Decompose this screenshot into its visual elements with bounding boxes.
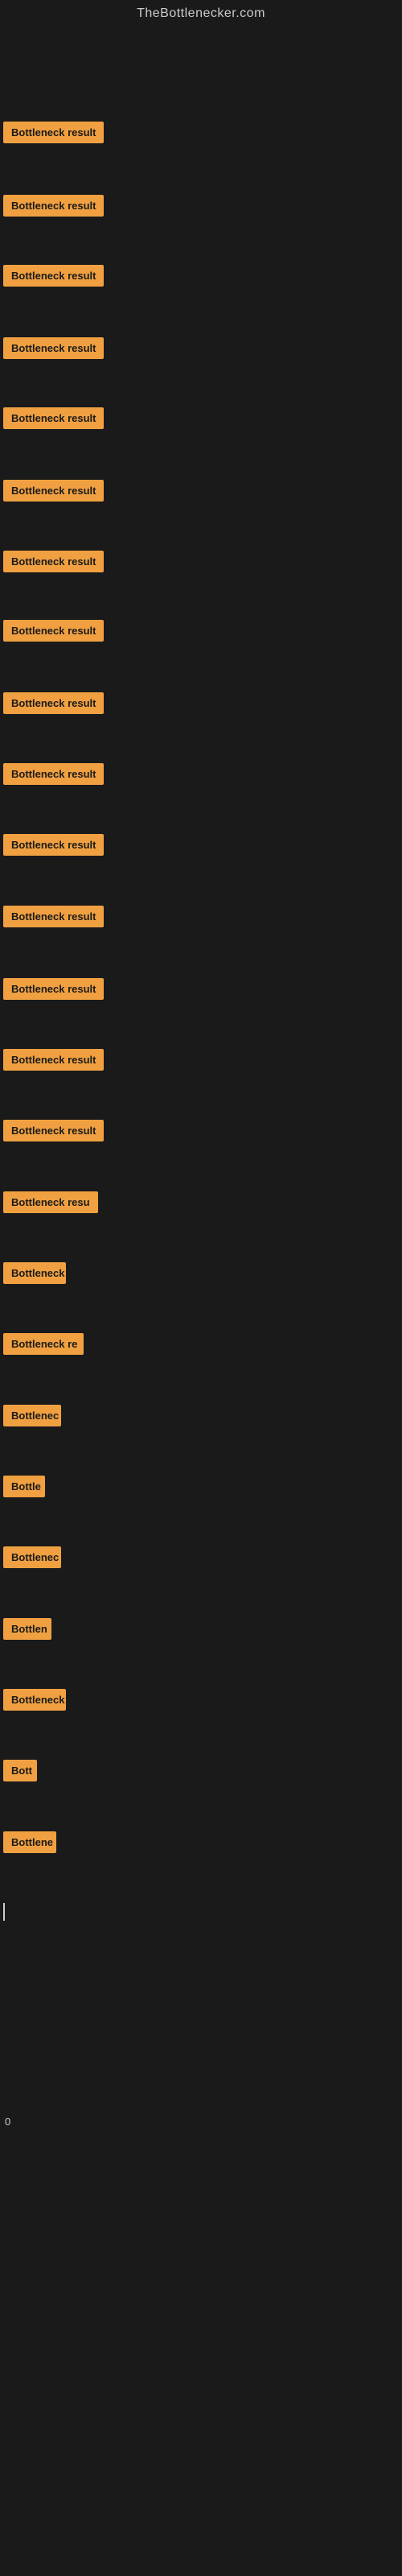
bottleneck-row-20: Bottle [0,1476,45,1509]
bottleneck-result-badge[interactable]: Bottleneck result [3,692,104,714]
bottleneck-result-badge[interactable]: Bottlen [3,1618,51,1640]
bottleneck-result-badge[interactable]: Bottlene [3,1831,56,1853]
bottleneck-row-22: Bottlen [0,1618,51,1652]
bottleneck-result-badge[interactable]: Bottleneck resu [3,1191,98,1213]
bottleneck-result-badge[interactable]: Bottleneck result [3,1120,104,1141]
bottleneck-result-badge[interactable]: Bottleneck result [3,195,104,217]
bottleneck-row-12: Bottleneck result [0,906,104,939]
site-title: TheBottlenecker.com [0,0,402,31]
bottleneck-result-badge[interactable]: Bottleneck result [3,407,104,429]
bottleneck-row-21: Bottlenec [0,1546,61,1580]
bottleneck-row-18: Bottleneck re [0,1333,84,1367]
bottleneck-row-2: Bottleneck result [0,195,104,229]
bottleneck-row-23: Bottleneck [0,1689,66,1723]
bottleneck-result-badge[interactable]: Bottleneck result [3,122,104,143]
bottleneck-result-badge[interactable]: Bottleneck re [3,1333,84,1355]
bottleneck-result-badge[interactable]: Bottleneck result [3,1049,104,1071]
bottleneck-row-10: Bottleneck result [0,763,104,797]
bottleneck-result-badge[interactable]: Bottlenec [3,1405,61,1426]
bottleneck-row-8: Bottleneck result [0,620,104,654]
bottleneck-row-1: Bottleneck result [0,122,104,155]
bottleneck-row-25: Bottlene [0,1831,56,1865]
bottleneck-row-6: Bottleneck result [0,480,104,514]
bottleneck-result-badge[interactable]: Bottleneck result [3,265,104,287]
bottleneck-row-19: Bottlenec [0,1405,61,1439]
bottleneck-result-badge[interactable]: Bottleneck result [3,978,104,1000]
bottleneck-result-badge[interactable]: Bottleneck result [3,620,104,642]
bottleneck-row-16: Bottleneck resu [0,1191,98,1225]
bottleneck-result-badge[interactable]: Bottleneck [3,1262,66,1284]
bottleneck-row-3: Bottleneck result [0,265,104,299]
bottleneck-row-15: Bottleneck result [0,1120,104,1154]
bottleneck-result-badge[interactable]: Bottleneck result [3,763,104,785]
bottleneck-result-badge[interactable]: Bottleneck result [3,906,104,927]
bottleneck-row-13: Bottleneck result [0,978,104,1012]
bottleneck-row-4: Bottleneck result [0,337,104,371]
bottleneck-result-badge[interactable]: Bottleneck result [3,337,104,359]
bottleneck-row-14: Bottleneck result [0,1049,104,1083]
bottleneck-result-badge[interactable]: Bottleneck result [3,551,104,572]
bottleneck-result-badge[interactable]: Bottleneck result [3,834,104,856]
bottleneck-result-badge[interactable]: Bottleneck [3,1689,66,1711]
bottleneck-row-9: Bottleneck result [0,692,104,726]
text-cursor [3,1903,5,1921]
bottleneck-result-badge[interactable]: Bottle [3,1476,45,1497]
bottleneck-row-5: Bottleneck result [0,407,104,441]
bottleneck-result-badge[interactable]: Bottleneck result [3,480,104,502]
bottleneck-result-badge[interactable]: Bott [3,1760,37,1781]
bottleneck-row-7: Bottleneck result [0,551,104,584]
bottleneck-row-11: Bottleneck result [0,834,104,868]
bottleneck-result-badge[interactable]: Bottlenec [3,1546,61,1568]
bottleneck-row-24: Bott [0,1760,37,1794]
small-char: 0 [2,2116,10,2128]
bottleneck-row-17: Bottleneck [0,1262,66,1296]
